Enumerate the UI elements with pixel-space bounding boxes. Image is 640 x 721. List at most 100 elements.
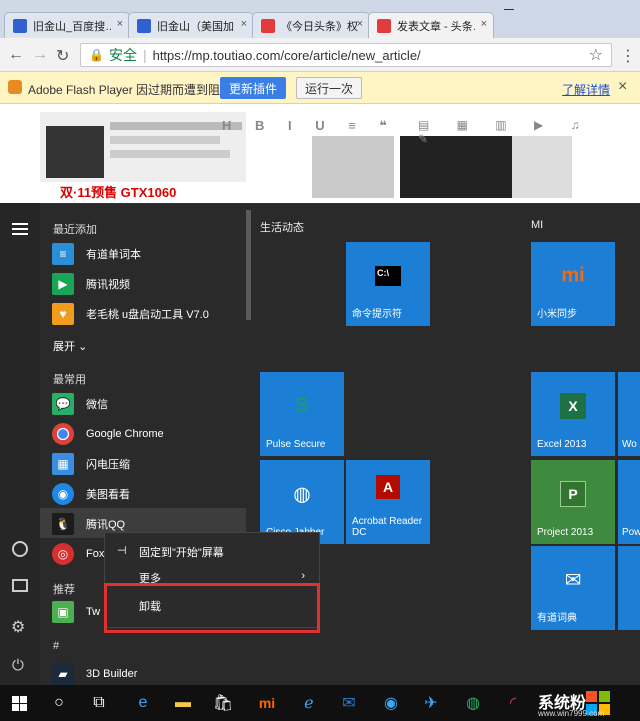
power-icon[interactable]: ⏻ — [12, 657, 24, 674]
tile-acrobat-reader[interactable]: A Acrobat Reader DC — [346, 460, 430, 544]
app-wechat[interactable]: 💬 微信 — [52, 390, 108, 418]
close-icon[interactable]: × — [618, 78, 627, 96]
close-icon[interactable]: × — [357, 18, 363, 30]
mi-icon[interactable]: mi — [248, 685, 286, 721]
acrobat-icon: A — [376, 474, 400, 499]
app-label: 3D Builder — [86, 668, 138, 680]
tile-command-prompt[interactable]: C:\ 命令提示符 — [346, 242, 430, 326]
tab-baidu-search[interactable]: 旧金山_百度搜… × — [4, 12, 130, 38]
internet-explorer-icon[interactable]: ℯ — [290, 685, 328, 721]
app-meitu-viewer[interactable]: ◉ 美图看看 — [52, 480, 130, 508]
tab-baidu-baike[interactable]: 旧金山（美国加… × — [128, 12, 254, 38]
web-page-content: 双·11预售 GTX1060 H B I U ≡ ❝ ▤ ▦ ▥ ▶ ♫ ✎ — [0, 104, 640, 204]
chat-icon[interactable]: ◍ — [454, 685, 492, 721]
tile-powerpoint-partial[interactable]: Pow — [618, 460, 640, 544]
divider: | — [142, 47, 147, 63]
menu-icon[interactable]: ⋮ — [620, 46, 636, 66]
task-view-icon[interactable]: ⧉ — [80, 685, 118, 721]
tile-mi-sync[interactable]: mi 小米同步 — [531, 242, 615, 326]
window-controls — [496, 0, 640, 20]
user-account-icon[interactable] — [12, 541, 28, 557]
close-icon[interactable]: × — [117, 18, 123, 30]
tile-label: Pow — [622, 527, 640, 538]
app-label: 有道单词本 — [86, 249, 141, 261]
app-suggested[interactable]: ▣ Tw — [52, 598, 100, 626]
windows-start-icon[interactable] — [0, 685, 38, 721]
baidu-paw-icon — [13, 18, 27, 33]
tile-pulse-secure[interactable]: S Pulse Secure — [260, 372, 344, 456]
cmd-icon: C:\ — [375, 265, 401, 286]
app-laomaotao[interactable]: ♥ 老毛桃 u盘启动工具 V7.0 — [52, 300, 209, 328]
jabber-icon: ◍ — [293, 483, 311, 506]
browser-icon[interactable]: ◉ — [372, 685, 410, 721]
forward-arrow-icon[interactable]: → — [32, 46, 48, 64]
tile-excel-2013[interactable]: X Excel 2013 — [531, 372, 615, 456]
app-flash-zip[interactable]: ▦ 闪电压缩 — [52, 450, 130, 478]
text-line — [110, 150, 230, 158]
app-label: 腾讯QQ — [86, 519, 126, 531]
tab-title: 发表文章 - 头条… — [397, 20, 475, 33]
meitu-viewer-icon: ◉ — [52, 483, 74, 505]
address-toolbar: ← → ↻ 🔒 安全 | https://mp.toutiao.com/core… — [0, 38, 640, 72]
app-label: 老毛桃 u盘启动工具 V7.0 — [86, 309, 209, 321]
edge-icon[interactable]: e — [124, 685, 162, 721]
editor-toolbar[interactable]: H B I U ≡ ❝ — [222, 118, 402, 133]
tab-title: 旧金山（美国加… — [157, 20, 235, 33]
cortana-search-icon[interactable]: ○ — [40, 685, 78, 721]
pictures-icon[interactable] — [12, 579, 28, 592]
file-explorer-icon[interactable]: ▬ — [164, 685, 202, 721]
store-icon[interactable]: 🛍 — [204, 685, 242, 721]
settings-gear-icon[interactable]: ⚙ — [11, 617, 25, 637]
tab-publish-article[interactable]: 发表文章 - 头条… × — [368, 12, 494, 38]
pin-to-start-item[interactable]: ⊣ 固定到"开始"屏幕 — [105, 539, 319, 565]
run-once-button[interactable]: 运行一次 — [296, 77, 362, 99]
highlight-annotation-box — [104, 583, 320, 633]
tile-youdao-dict[interactable]: ✉ 有道词典 — [531, 546, 615, 630]
close-icon[interactable]: × — [481, 18, 487, 30]
editor-toolbar-right[interactable]: ▤ ▦ ▥ ▶ ♫ ✎ — [418, 118, 598, 146]
expand-button[interactable]: 展开 ⌄ — [53, 338, 87, 354]
suggested-header: 推荐 — [53, 584, 75, 596]
bookmark-star-icon[interactable]: ☆ — [589, 45, 603, 65]
tile-label: Excel 2013 — [537, 439, 587, 450]
learn-more-link[interactable]: 了解详情 — [562, 81, 610, 98]
watermark-url: www.win7999.com — [538, 709, 605, 718]
feather-icon[interactable]: ✈ — [412, 685, 450, 721]
app-tencent-video[interactable]: ▶ 腾讯视频 — [52, 270, 130, 298]
outlook-icon[interactable]: ✉ — [330, 685, 368, 721]
app-foxmail[interactable]: ◎ Fox — [52, 540, 104, 568]
baidu-paw-icon — [137, 18, 151, 33]
app-google-chrome[interactable]: Google Chrome — [52, 420, 164, 448]
tile-label: 有道词典 — [537, 613, 577, 624]
group-title-mi: MI — [531, 219, 544, 231]
app-youdao-wordbook[interactable]: ≡ 有道单词本 — [52, 240, 141, 268]
address-input[interactable]: 🔒 安全 | https://mp.toutiao.com/core/artic… — [80, 43, 612, 67]
text-thumbnail — [512, 136, 572, 198]
flash-blocked-infobar: Adobe Flash Player 因过期而遭到阻止。 更新插件 运行一次 了… — [0, 72, 640, 104]
tile-label: Pulse Secure — [266, 439, 326, 450]
tile-partial[interactable] — [618, 546, 640, 630]
minimize-icon[interactable] — [504, 9, 514, 10]
update-plugin-button[interactable]: 更新插件 — [220, 77, 286, 99]
reload-icon[interactable]: ↻ — [56, 46, 69, 66]
close-icon[interactable]: × — [241, 18, 247, 30]
hash-header: # — [53, 640, 60, 652]
chevron-right-icon: › — [301, 570, 305, 582]
hamburger-menu-icon[interactable] — [12, 223, 28, 225]
app-label: 微信 — [86, 399, 108, 411]
app-3d-builder[interactable]: ▰ 3D Builder — [52, 660, 137, 688]
tab-title: 旧金山_百度搜… — [33, 20, 111, 33]
tile-word-partial[interactable]: Wo — [618, 372, 640, 456]
text-line — [110, 136, 220, 144]
app-icon[interactable]: ◜ — [494, 685, 532, 721]
back-arrow-icon[interactable]: ← — [8, 46, 24, 64]
app-list-scrollbar[interactable] — [246, 210, 251, 320]
tab-title: 《今日头条》权… — [281, 20, 359, 33]
chrome-icon — [52, 423, 74, 445]
tile-project-2013[interactable]: P Project 2013 — [531, 460, 615, 544]
tile-label: 小米同步 — [537, 309, 577, 320]
youdao-icon: ✉ — [564, 569, 582, 592]
tab-toutiao-rights[interactable]: 《今日头条》权… × — [252, 12, 370, 38]
app-label: Google Chrome — [86, 428, 164, 440]
secure-label: 安全 — [108, 47, 137, 63]
